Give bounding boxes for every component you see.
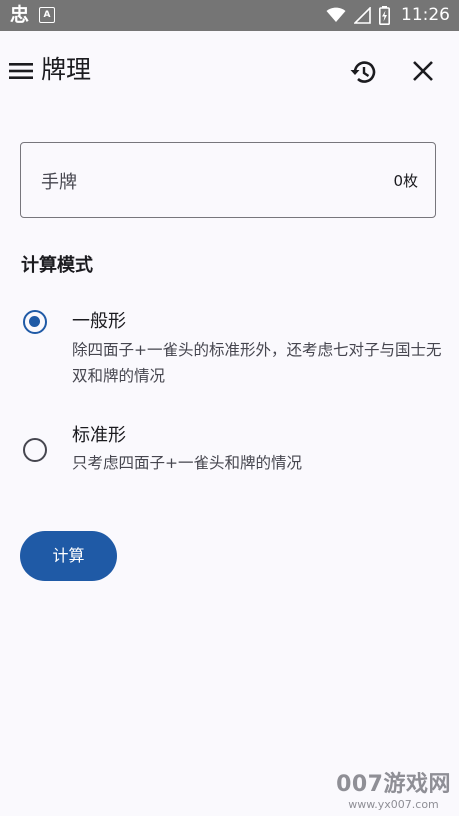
radio-button-general[interactable]: [23, 310, 47, 334]
mode-section-title: 计算模式: [21, 255, 93, 276]
option-label-standard: 标准形: [72, 425, 126, 446]
status-bar: 忠 A 11:26: [0, 0, 459, 31]
hand-input-field[interactable]: 手牌 0枚: [20, 142, 436, 218]
watermark-url: www.yx007.com: [348, 798, 439, 811]
option-description-general: 除四面子+一雀头的标准形外，还考虑七对子与国士无双和牌的情况: [72, 341, 442, 385]
option-description-standard: 只考虑四面子+一雀头和牌的情况: [72, 454, 302, 472]
wifi-icon: [326, 7, 346, 22]
signal-icon: [354, 6, 371, 24]
tile-count: 0枚: [393, 172, 418, 190]
page-title: 牌理: [41, 55, 92, 84]
close-icon[interactable]: [412, 60, 434, 82]
watermark: 007游戏网 www.yx007.com: [336, 772, 451, 812]
option-label-general: 一般形: [72, 311, 126, 332]
mode-option-general[interactable]: 一般形 除四面子+一雀头的标准形外，还考虑七对子与国士无双和牌的情况: [0, 306, 459, 390]
watermark-text: 007游戏网: [336, 772, 451, 797]
status-time: 11:26: [401, 5, 450, 25]
radio-selected-dot: [29, 316, 40, 327]
hand-label: 手牌: [41, 172, 77, 193]
app-notification-icon: 忠: [10, 4, 30, 26]
app-bar: 牌理: [0, 31, 459, 111]
calculate-button[interactable]: 计算: [20, 531, 117, 581]
menu-icon[interactable]: [9, 63, 33, 79]
history-icon[interactable]: [348, 59, 376, 85]
radio-button-standard[interactable]: [23, 438, 47, 462]
battery-charging-icon: [379, 5, 390, 25]
a-notification-icon: A: [39, 7, 56, 23]
mode-option-standard[interactable]: 标准形 只考虑四面子+一雀头和牌的情况: [0, 420, 459, 480]
